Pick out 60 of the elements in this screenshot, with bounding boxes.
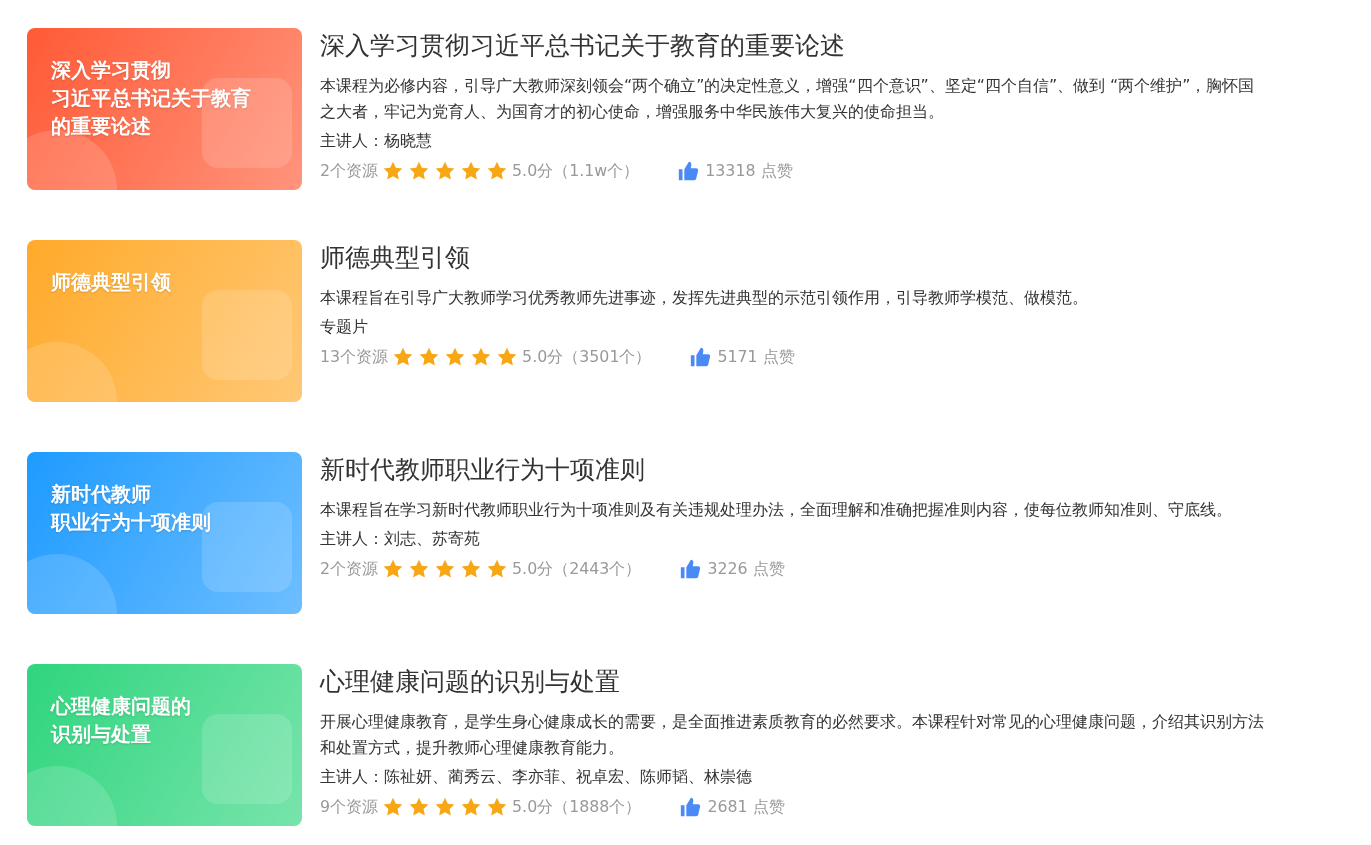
rating-score: 5.0分 xyxy=(512,160,554,182)
star-icon xyxy=(434,796,457,818)
cover-title-line: 的重要论述 xyxy=(51,113,151,140)
resource-count: 13个资源 xyxy=(320,346,389,368)
course-description: 本课程旨在引导广大教师学习优秀教师先进事迹，发挥先进典型的示范引领作用，引导教师学模范、做模范。 xyxy=(320,287,1089,309)
course-title[interactable]: 深入学习贯彻习近平总书记关于教育的重要论述 xyxy=(320,29,845,63)
star-icon xyxy=(444,346,467,368)
star-icon xyxy=(392,346,415,368)
star-icon xyxy=(460,160,483,182)
cover-title-line: 深入学习贯彻 xyxy=(51,57,171,84)
star-icon xyxy=(408,796,431,818)
like-count: 2681 点赞 xyxy=(707,796,785,818)
rating-score: 5.0分 xyxy=(512,796,554,818)
cover-title-line: 职业行为十项准则 xyxy=(51,509,211,536)
course-description: 本课程旨在学习新时代教师职业行为十项准则及有关违规处理办法，全面理解和准确把握准则内容，使每位教师知准则、守底线。 xyxy=(320,499,1233,521)
rating-count: （1.1w个） xyxy=(553,160,640,182)
star-icon xyxy=(496,346,519,368)
thumbs-up-icon[interactable] xyxy=(679,558,702,580)
cover-title-line: 心理健康问题的 xyxy=(51,693,191,720)
star-icon xyxy=(382,796,405,818)
course-meta: 主讲人：杨晓慧 xyxy=(320,130,432,152)
course-title[interactable]: 师德典型引领 xyxy=(320,241,470,275)
like-count: 13318 点赞 xyxy=(705,160,793,182)
star-icon xyxy=(460,796,483,818)
star-icon xyxy=(486,796,509,818)
course-description: 开展心理健康教育，是学生身心健康成长的需要，是全面推进素质教育的必然要求。本课程针对常见的心理健康问题，介绍其识别方法和处置方式，提升教师心理健康教育能力。 xyxy=(320,711,1265,759)
rating-score: 5.0分 xyxy=(522,346,564,368)
rating-count: （3501个） xyxy=(563,346,652,368)
course-title[interactable]: 心理健康问题的识别与处置 xyxy=(320,665,620,699)
course-description: 本课程为必修内容，引导广大教师深刻领会“两个确立”的决定性意义，增强“四个意识”、坚定“四个自信”、做到 “两个维护”，胸怀国之大者，牢记为党育人、为国育才的初心使命，增强服务中华民族伟大复兴的使命担当。 xyxy=(320,75,1256,123)
star-icon xyxy=(408,558,431,580)
rating-score: 5.0分 xyxy=(512,558,554,580)
thumbs-up-icon[interactable] xyxy=(677,160,700,182)
cover-title-line: 识别与处置 xyxy=(51,721,151,748)
course-title[interactable]: 新时代教师职业行为十项准则 xyxy=(320,453,645,487)
rating-count: （1888个） xyxy=(553,796,642,818)
course-meta: 主讲人：陈祉妍、蔺秀云、李亦菲、祝卓宏、陈师韬、林崇德 xyxy=(320,766,752,788)
like-count: 3226 点赞 xyxy=(707,558,785,580)
star-icon xyxy=(382,558,405,580)
cover-title-line: 师德典型引领 xyxy=(51,269,171,296)
thumbs-up-icon[interactable] xyxy=(689,346,712,368)
star-icon xyxy=(408,160,431,182)
star-icon xyxy=(418,346,441,368)
star-icon xyxy=(434,160,457,182)
star-icon xyxy=(486,160,509,182)
star-icon xyxy=(434,558,457,580)
resource-count: 2个资源 xyxy=(320,160,379,182)
cover-title-line: 习近平总书记关于教育 xyxy=(51,85,251,112)
star-icon xyxy=(486,558,509,580)
star-icon xyxy=(460,558,483,580)
star-icon xyxy=(470,346,493,368)
resource-count: 9个资源 xyxy=(320,796,379,818)
thumbs-up-icon[interactable] xyxy=(679,796,702,818)
rating-count: （2443个） xyxy=(553,558,642,580)
star-icon xyxy=(382,160,405,182)
course-meta: 专题片 xyxy=(320,316,368,338)
like-count: 5171 点赞 xyxy=(717,346,795,368)
cover-title-line: 新时代教师 xyxy=(51,481,151,508)
course-meta: 主讲人：刘志、苏寄苑 xyxy=(320,528,480,550)
resource-count: 2个资源 xyxy=(320,558,379,580)
